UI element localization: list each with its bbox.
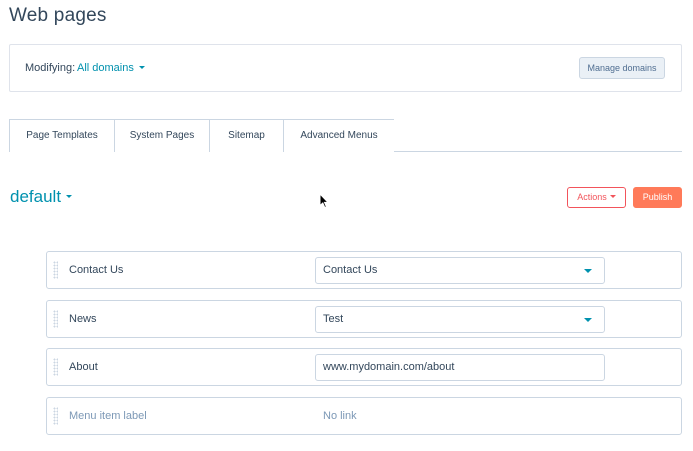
menu-item-label[interactable]: About (69, 361, 98, 373)
mouse-pointer-icon (319, 193, 329, 209)
menu-item: News Test (46, 300, 682, 338)
domain-panel: Modifying: All domains Manage domains (9, 44, 682, 92)
manage-domains-button[interactable]: Manage domains (579, 57, 665, 79)
menu-item: Menu item label No link (46, 397, 682, 435)
tab-advanced-menus[interactable]: Advanced Menus (284, 119, 394, 152)
link-dropdown[interactable]: Contact Us (315, 257, 605, 284)
drag-handle-icon[interactable] (53, 407, 58, 425)
menu-item-label[interactable]: Contact Us (69, 264, 123, 276)
menu-item: Contact Us Contact Us (46, 251, 682, 289)
page-title: Web pages (9, 5, 107, 26)
link-dropdown[interactable]: Test (315, 306, 605, 333)
menu-name: default (10, 187, 62, 206)
chevron-down-icon (66, 195, 73, 199)
domain-dropdown[interactable]: All domains (77, 62, 145, 74)
web-pages-settings: Web pages Modifying: All domains Manage … (0, 0, 693, 451)
modifying-label: Modifying: (25, 62, 76, 74)
domain-dropdown-label: All domains (77, 62, 134, 74)
tab-system-pages[interactable]: System Pages (115, 119, 210, 152)
tab-bar: Page Templates System Pages Sitemap Adva… (9, 119, 394, 152)
publish-button[interactable]: Publish (633, 187, 682, 208)
actions-button[interactable]: Actions (567, 187, 626, 208)
menu-selector[interactable]: default (10, 187, 73, 207)
menu-item-label[interactable]: News (69, 313, 97, 325)
drag-handle-icon[interactable] (53, 310, 58, 328)
no-link-selector[interactable]: No link (323, 410, 357, 422)
link-dropdown-value: Contact Us (323, 264, 378, 276)
drag-handle-icon[interactable] (53, 261, 58, 279)
chevron-down-icon (609, 195, 616, 199)
link-dropdown-value: Test (323, 313, 344, 325)
actions-label: Actions (577, 192, 607, 202)
drag-handle-icon[interactable] (53, 358, 58, 376)
menu-item: About www.mydomain.com/about (46, 348, 682, 386)
url-input[interactable]: www.mydomain.com/about (315, 354, 605, 381)
chevron-down-icon (584, 318, 592, 322)
chevron-down-icon (138, 65, 145, 69)
menu-item-label-placeholder[interactable]: Menu item label (69, 410, 147, 422)
tab-sitemap[interactable]: Sitemap (210, 119, 284, 152)
tab-page-templates[interactable]: Page Templates (9, 119, 115, 152)
chevron-down-icon (584, 269, 592, 273)
